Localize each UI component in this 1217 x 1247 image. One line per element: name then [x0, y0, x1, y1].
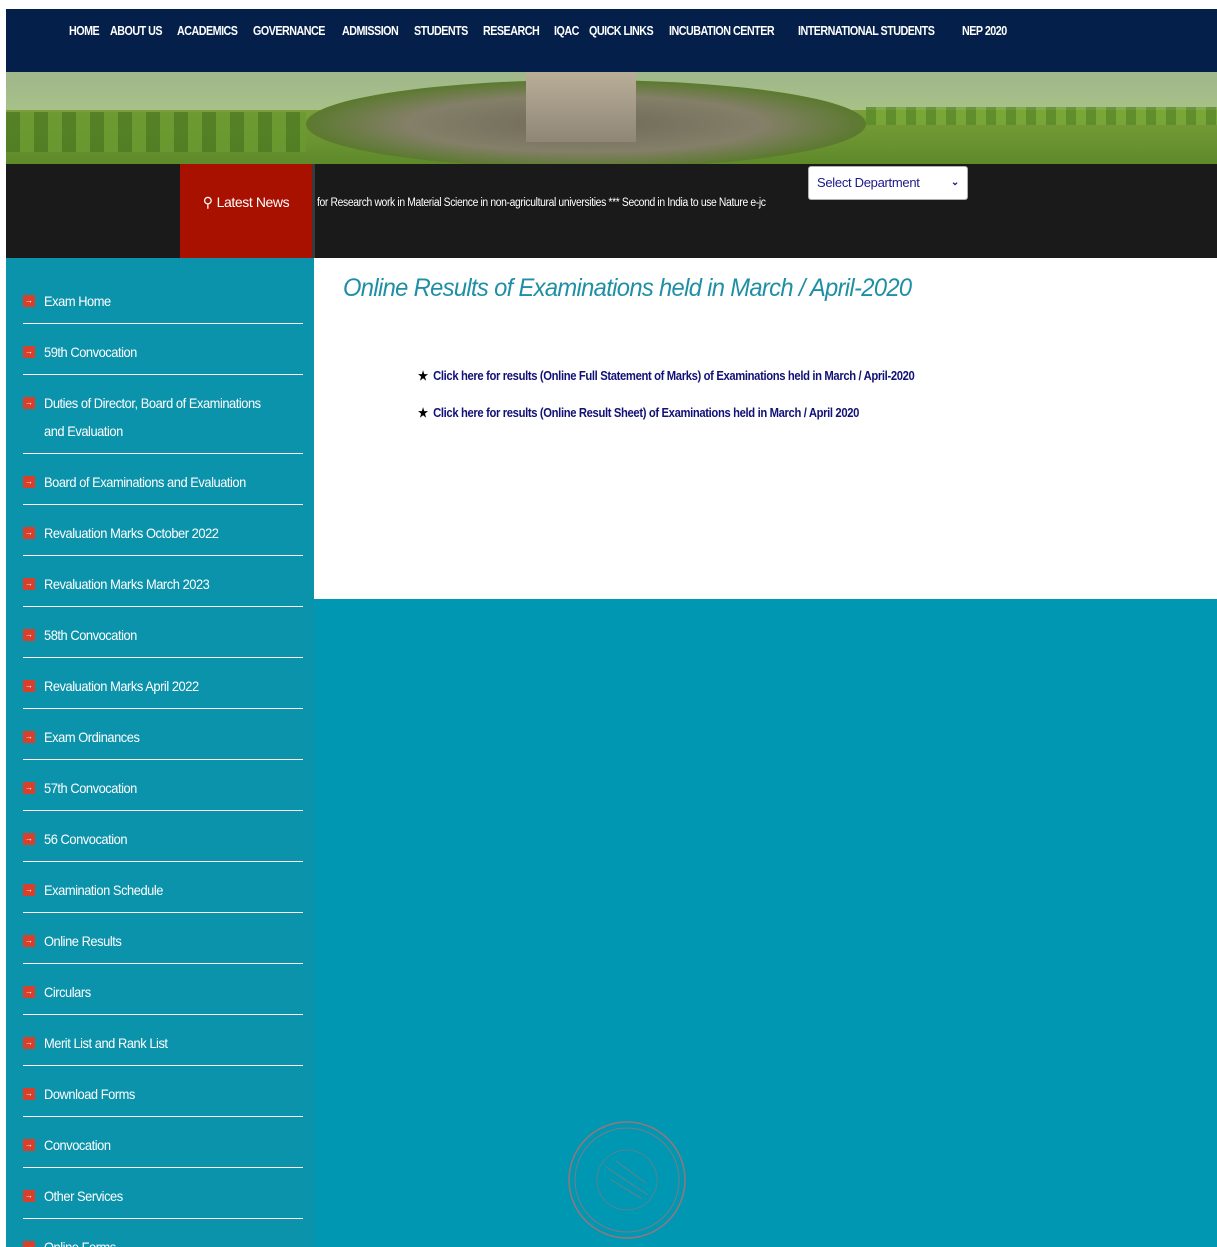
page-title: Online Results of Examinations held in M… — [343, 274, 912, 302]
full-statement-results-link[interactable]: ★ Click here for results (Online Full Sta… — [418, 368, 915, 383]
sidebar-item-label[interactable]: 56 Convocation — [44, 825, 282, 853]
arrow-right-icon: → — [23, 578, 35, 590]
sidebar-item-label[interactable]: Duties of Director, Board of Examination… — [44, 389, 282, 445]
sidebar-item-label[interactable]: Other Services — [44, 1182, 282, 1210]
sidebar-item-label[interactable]: Online Results — [44, 927, 282, 955]
arrow-right-icon: → — [23, 680, 35, 692]
sidebar-item-label[interactable]: Circulars — [44, 978, 282, 1006]
arrow-right-icon: → — [23, 1190, 35, 1202]
news-ticker-text[interactable]: for Research work in Material Science in… — [317, 197, 766, 209]
sidebar-item-58th-convocation[interactable]: → 58th Convocation — [23, 616, 303, 658]
sidebar-item-revaluation-marks-march-2023[interactable]: → Revaluation Marks March 2023 — [23, 565, 303, 607]
sidebar-item-exam-ordinances[interactable]: → Exam Ordinances — [23, 718, 303, 760]
nav-item-international-students[interactable]: INTERNATIONAL STUDENTS — [798, 24, 935, 38]
nav-item-nep-2020[interactable]: NEP 2020 — [962, 24, 1007, 38]
latest-news-text: Latest News — [216, 194, 290, 210]
arrow-right-icon: → — [23, 1037, 35, 1049]
sidebar-item-label[interactable]: Revaluation Marks March 2023 — [44, 570, 282, 598]
sidebar-item-online-results[interactable]: → Online Results — [23, 922, 303, 964]
sidebar-item-label[interactable]: Merit List and Rank List — [44, 1029, 282, 1057]
arrow-right-icon: → — [23, 476, 35, 488]
sidebar-item-convocation[interactable]: → Convocation — [23, 1126, 303, 1168]
sidebar-item-circulars[interactable]: → Circulars — [23, 973, 303, 1015]
nav-item-research[interactable]: RESEARCH — [483, 24, 540, 38]
nav-item-about-us[interactable]: ABOUT US — [110, 24, 163, 38]
sidebar-item-merit-list-and-rank-list[interactable]: → Merit List and Rank List — [23, 1024, 303, 1066]
sidebar-item-label[interactable]: Board of Examinations and Evaluation — [44, 468, 282, 496]
arrow-right-icon: → — [23, 731, 35, 743]
news-ticker[interactable]: for Research work in Material Science in… — [317, 197, 812, 209]
sidebar-item-56-convocation[interactable]: → 56 Convocation — [23, 820, 303, 862]
sidebar-item-label[interactable]: Download Forms — [44, 1080, 282, 1108]
sidebar-item-duties-of-director-board-of-examinations-and-evaluation[interactable]: → Duties of Director, Board of Examinatio… — [23, 384, 303, 454]
nav-item-home[interactable]: HOME — [69, 24, 100, 38]
sidebar-item-download-forms[interactable]: → Download Forms — [23, 1075, 303, 1117]
arrow-right-icon: → — [23, 346, 35, 358]
sidebar-item-label[interactable]: Convocation — [44, 1131, 282, 1159]
sidebar-item-other-services[interactable]: → Other Services — [23, 1177, 303, 1219]
sidebar-item-label[interactable]: Revaluation Marks April 2022 — [44, 672, 282, 700]
arrow-right-icon: → — [23, 397, 35, 409]
sidebar-item-57th-convocation[interactable]: → 57th Convocation — [23, 769, 303, 811]
link-text[interactable]: Click here for results (Online Result Sh… — [433, 406, 859, 420]
nav-item-academics[interactable]: ACADEMICS — [177, 24, 238, 38]
sidebar-item-exam-home[interactable]: → Exam Home — [23, 282, 303, 324]
nav-item-quick-links[interactable]: QUICK LINKS — [589, 24, 654, 38]
arrow-right-icon: → — [23, 935, 35, 947]
department-select[interactable]: Select Department ⌄ — [808, 166, 968, 200]
arrow-right-icon: → — [23, 782, 35, 794]
sidebar-item-revaluation-marks-october-2022[interactable]: → Revaluation Marks October 2022 — [23, 514, 303, 556]
campus-banner-image — [6, 72, 1217, 164]
sidebar: → Exam Home → 59th Convocation → Duties of Di… — [6, 258, 314, 1247]
nav-item-iqac[interactable]: IQAC — [554, 24, 579, 38]
arrow-right-icon: → — [23, 1241, 35, 1247]
chevron-down-icon: ⌄ — [950, 177, 959, 188]
top-navigation: HOME ABOUT US ACADEMICS GOVERNANCE ADMISSION… — [6, 9, 1217, 72]
sidebar-item-label[interactable]: 58th Convocation — [44, 621, 282, 649]
sidebar-item-label[interactable]: Online Forms — [44, 1233, 282, 1247]
news-bar: ⚲ Latest News for Research work in Mater… — [6, 164, 1217, 258]
sidebar-menu: → Exam Home → 59th Convocation → Duties of Di… — [23, 282, 303, 1247]
sidebar-item-59th-convocation[interactable]: → 59th Convocation — [23, 333, 303, 375]
sidebar-item-revaluation-marks-april-2022[interactable]: → Revaluation Marks April 2022 — [23, 667, 303, 709]
arrow-right-icon: → — [23, 884, 35, 896]
sidebar-item-label[interactable]: 57th Convocation — [44, 774, 282, 802]
sidebar-item-online-forms[interactable]: → Online Forms — [23, 1228, 303, 1247]
sidebar-item-label[interactable]: Revaluation Marks October 2022 — [44, 519, 282, 547]
pin-icon: ⚲ — [202, 194, 213, 210]
nav-item-students[interactable]: STUDENTS — [414, 24, 468, 38]
arrow-right-icon: → — [23, 986, 35, 998]
latest-news-label: ⚲ Latest News — [180, 164, 312, 258]
star-icon: ★ — [418, 369, 428, 383]
main-panel: Online Results of Examinations held in M… — [314, 258, 1217, 599]
result-sheet-link[interactable]: ★ Click here for results (Online Result S… — [418, 405, 859, 420]
sidebar-item-label[interactable]: Exam Ordinances — [44, 723, 282, 751]
arrow-right-icon: → — [23, 1139, 35, 1151]
star-icon: ★ — [418, 406, 428, 420]
seal-stamp-image — [568, 1121, 686, 1239]
sidebar-item-label[interactable]: Exam Home — [44, 287, 282, 315]
link-text[interactable]: Click here for results (Online Full Stat… — [433, 369, 915, 383]
arrow-right-icon: → — [23, 833, 35, 845]
arrow-right-icon: → — [23, 1088, 35, 1100]
sidebar-item-board-of-examinations-and-evaluation[interactable]: → Board of Examinations and Evaluation — [23, 463, 303, 505]
nav-menu: HOME ABOUT US ACADEMICS GOVERNANCE ADMISSION… — [69, 24, 1020, 38]
sidebar-item-label[interactable]: 59th Convocation — [44, 338, 282, 366]
department-select-value: Select Department — [817, 175, 920, 190]
nav-item-governance[interactable]: GOVERNANCE — [253, 24, 325, 38]
arrow-right-icon: → — [23, 629, 35, 641]
arrow-right-icon: → — [23, 295, 35, 307]
sidebar-item-label[interactable]: Examination Schedule — [44, 876, 282, 904]
nav-item-admission[interactable]: ADMISSION — [342, 24, 399, 38]
sidebar-item-examination-schedule[interactable]: → Examination Schedule — [23, 871, 303, 913]
nav-item-incubation-center[interactable]: INCUBATION CENTER — [669, 24, 775, 38]
arrow-right-icon: → — [23, 527, 35, 539]
